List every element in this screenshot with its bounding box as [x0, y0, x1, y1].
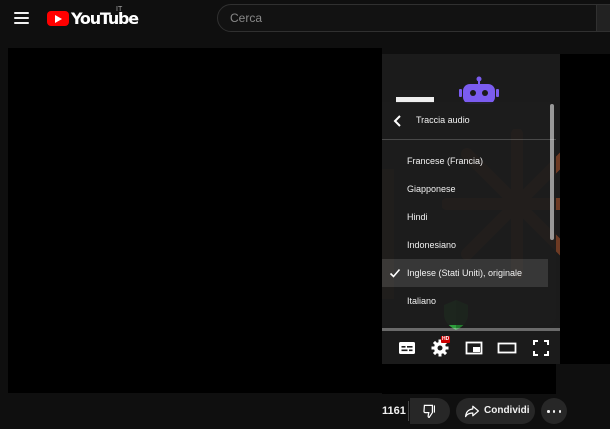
audio-track-item-japanese[interactable]: Giapponese — [382, 175, 548, 203]
menu-item-label: Inglese (Stati Uniti), originale — [407, 268, 523, 278]
audio-track-item-english-original[interactable]: Inglese (Stati Uniti), originale — [382, 259, 548, 287]
top-bar: YouTube IT — [0, 0, 610, 36]
menu-scrollbar[interactable] — [550, 104, 554, 240]
more-actions-button[interactable] — [541, 398, 567, 424]
settings-button[interactable]: HD — [428, 336, 452, 360]
share-label: Condividi — [484, 405, 530, 416]
share-arrow-icon — [465, 405, 479, 418]
miniplayer-button[interactable] — [462, 336, 486, 360]
menu-item-label: Hindi — [407, 212, 428, 222]
more-dot-icon — [558, 410, 561, 413]
country-code: IT — [116, 6, 123, 13]
audio-track-item-italian[interactable]: Italiano — [382, 287, 548, 315]
miniplayer-icon — [465, 341, 483, 355]
audio-track-header[interactable]: Traccia audio — [382, 102, 556, 140]
search-input[interactable] — [230, 11, 584, 25]
search-button[interactable] — [597, 4, 610, 32]
player-right-area — [560, 54, 610, 364]
youtube-play-logo-icon — [47, 10, 69, 26]
search-box[interactable] — [217, 4, 597, 32]
thumbs-down-icon — [423, 404, 435, 419]
subtitles-icon — [399, 342, 415, 354]
menu-item-label: Giapponese — [407, 184, 456, 194]
audio-track-title: Traccia audio — [416, 115, 470, 125]
share-button[interactable]: Condividi — [456, 398, 535, 424]
audio-track-item-hindi[interactable]: Hindi — [382, 203, 548, 231]
logo-text: YouTube — [71, 8, 139, 28]
hamburger-menu-icon[interactable] — [12, 8, 32, 28]
more-dot-icon — [547, 410, 550, 413]
like-dislike-divider — [408, 401, 409, 421]
hd-badge: HD — [441, 336, 451, 343]
like-count[interactable]: 1161 — [382, 405, 406, 417]
theater-mode-icon — [497, 342, 517, 354]
chevron-left-icon — [393, 115, 401, 127]
audio-track-item-indonesian[interactable]: Indonesiano — [382, 231, 548, 259]
youtube-logo[interactable]: YouTube — [47, 8, 139, 28]
menu-item-label: Francese (Francia) — [407, 156, 484, 166]
dislike-button[interactable] — [410, 398, 450, 424]
audio-track-item-french[interactable]: Francese (Francia) — [382, 147, 548, 175]
below-video-strip — [382, 364, 556, 394]
menu-item-label: Indonesiano — [407, 240, 457, 250]
fullscreen-button[interactable] — [529, 336, 553, 360]
subtitles-button[interactable] — [395, 336, 419, 360]
theater-mode-button[interactable] — [495, 336, 519, 360]
progress-bar[interactable] — [382, 328, 560, 331]
more-dot-icon — [552, 410, 556, 413]
player-left-area — [8, 48, 382, 393]
audio-track-menu: Traccia audio Francese (Francia) Giappon… — [382, 102, 556, 325]
fullscreen-icon — [533, 340, 549, 356]
checkmark-icon — [389, 268, 401, 278]
menu-item-label: Italiano — [407, 296, 437, 306]
